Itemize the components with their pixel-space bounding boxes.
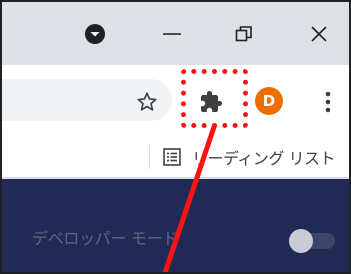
minimize-icon [163, 33, 181, 35]
browser-toolbar [2, 65, 349, 137]
developer-mode-toggle[interactable] [289, 229, 337, 253]
profile-avatar[interactable]: D [255, 87, 283, 115]
restore-button[interactable] [224, 14, 264, 54]
restore-icon [235, 26, 252, 42]
annotation-highlight-box [181, 69, 248, 128]
title-bar [2, 2, 349, 64]
avatar-initial: D [262, 92, 276, 110]
close-button[interactable] [299, 14, 339, 54]
reading-list-icon [163, 148, 181, 166]
chevron-down-circle-icon [85, 24, 105, 44]
bookmark-star-button[interactable] [132, 87, 162, 117]
extensions-page-header: デベロッパー モード [2, 179, 349, 272]
bookmarks-bar: リーディング リスト [2, 137, 349, 178]
bookmarks-divider [149, 145, 150, 169]
developer-mode-label: デベロッパー モード [32, 229, 179, 248]
tab-search-button[interactable] [75, 14, 115, 54]
reading-list-button[interactable]: リーディング リスト [162, 141, 335, 173]
browser-window: D リーディング リスト デベロッパー モード [0, 0, 351, 274]
kebab-menu-icon [325, 91, 331, 113]
reading-list-label: リーディング リスト [192, 149, 335, 168]
browser-menu-button[interactable] [315, 87, 341, 117]
toggle-knob [289, 229, 313, 253]
star-outline-icon [137, 92, 157, 111]
close-icon [311, 26, 327, 42]
minimize-button[interactable] [152, 14, 192, 54]
